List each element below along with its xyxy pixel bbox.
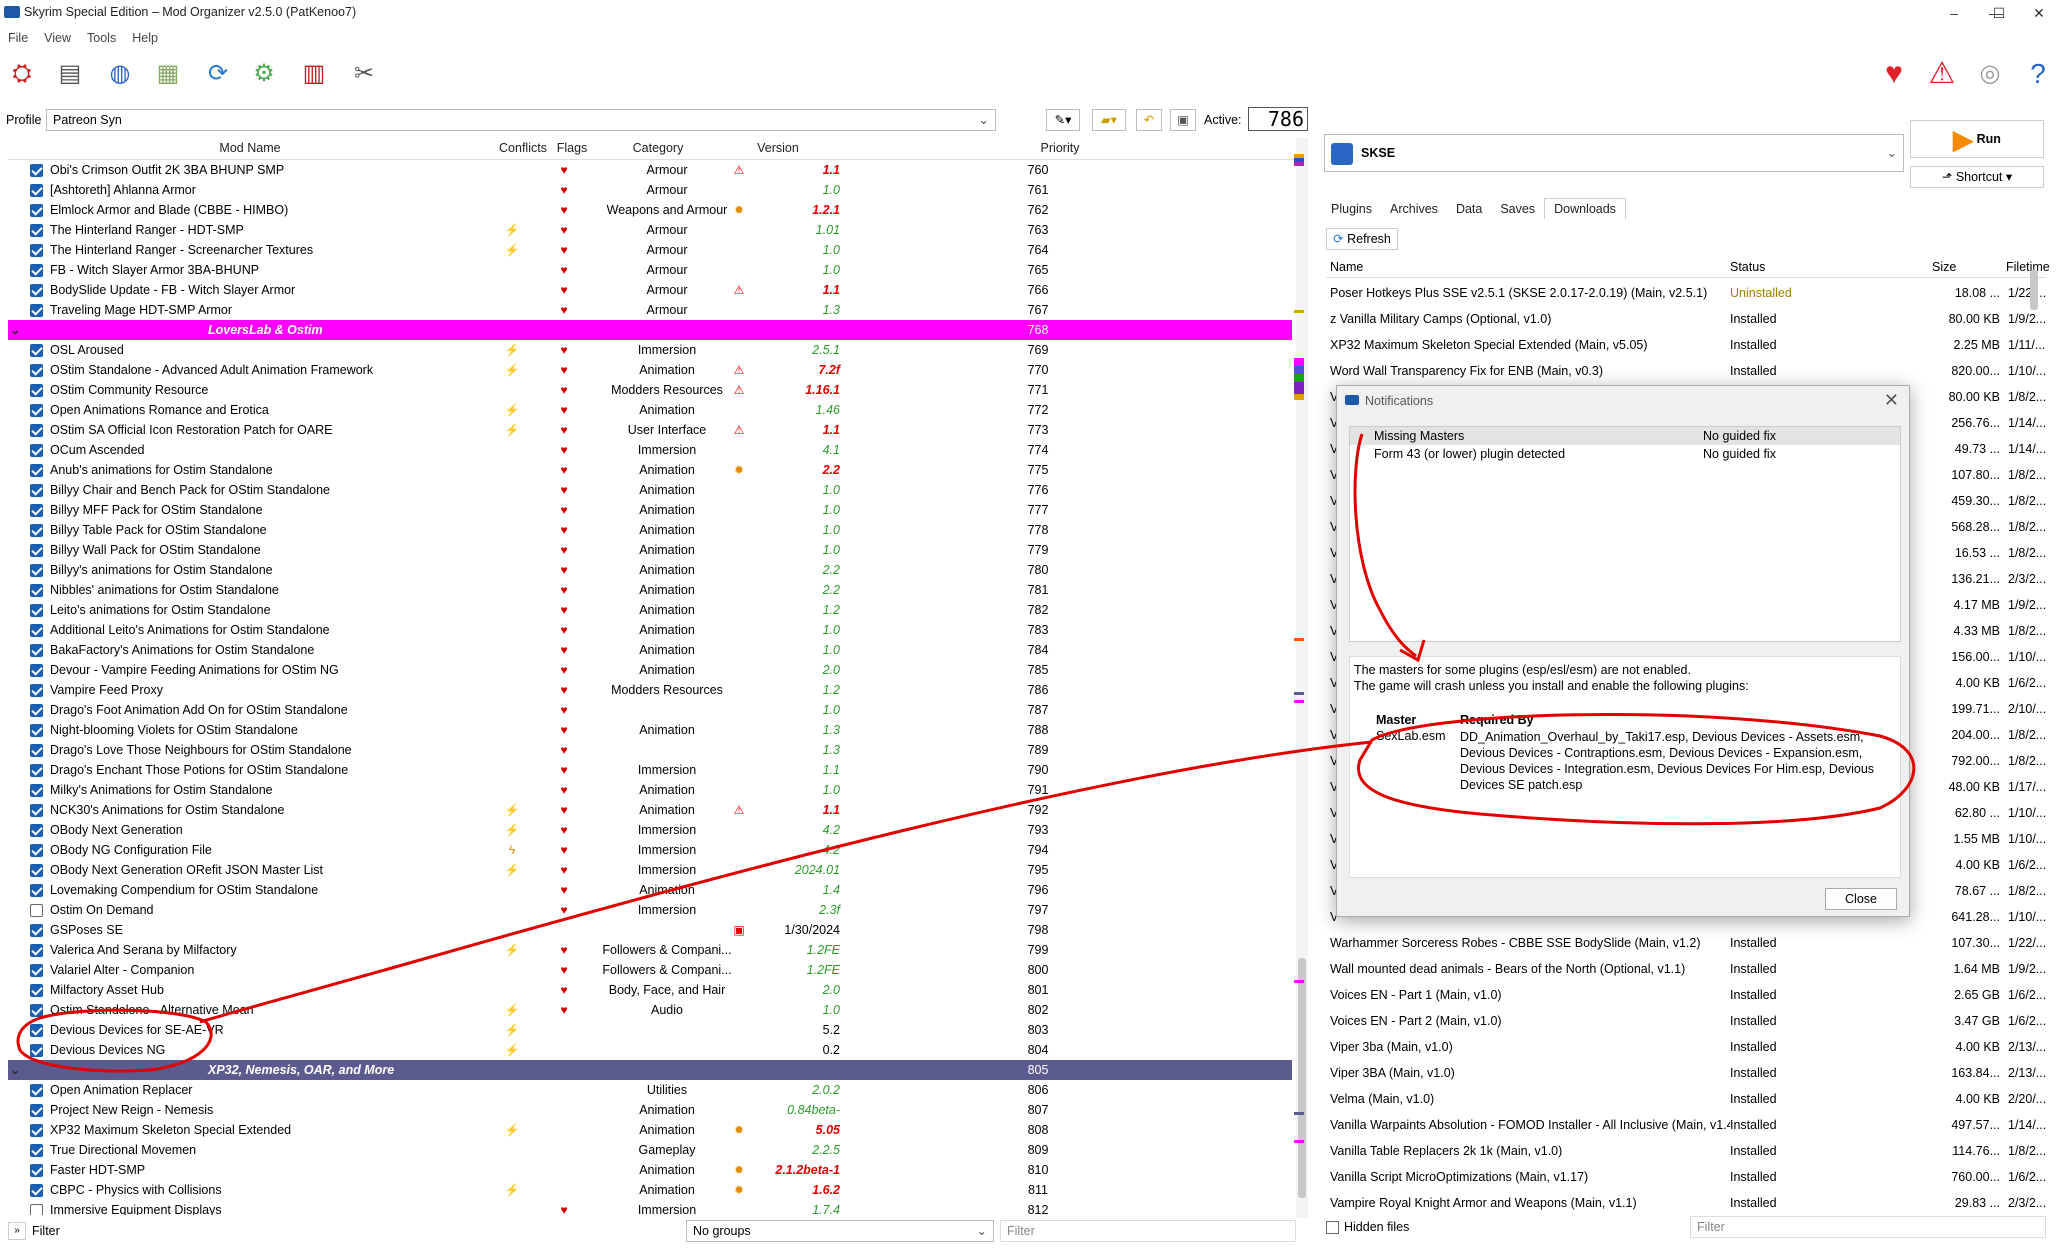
annotation-arrowhead	[1399, 639, 1426, 663]
annotation-arrow	[1353, 433, 1417, 658]
annotation-ellipse-devices	[16, 1008, 213, 1073]
annotation-overlay	[16, 433, 1916, 1073]
annotation-connector-line	[199, 740, 1373, 1024]
annotation-ellipse-masters	[1357, 712, 1916, 826]
